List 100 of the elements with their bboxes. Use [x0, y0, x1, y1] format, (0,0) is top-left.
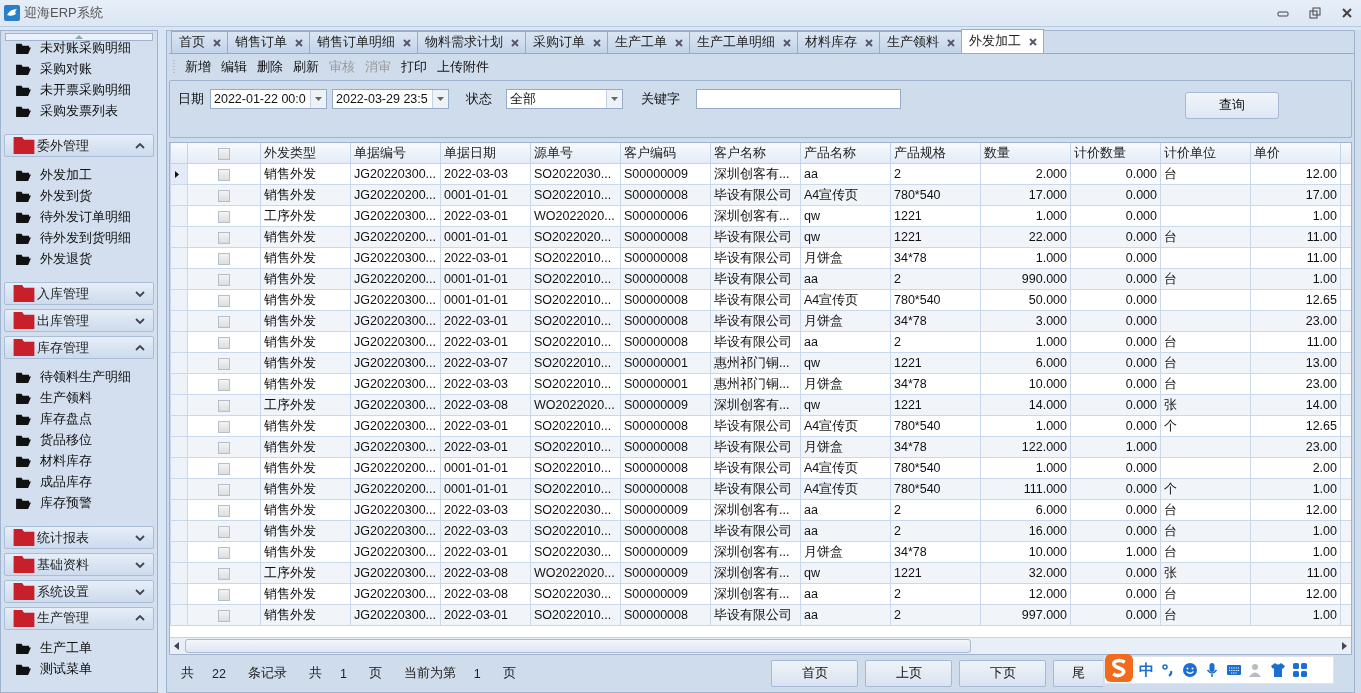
shirt-icon[interactable]: [1270, 662, 1286, 678]
tab[interactable]: 销售订单: [227, 31, 310, 53]
tab[interactable]: 外发加工: [961, 29, 1044, 53]
close-icon[interactable]: [213, 38, 221, 47]
column-header[interactable]: 数量: [980, 143, 1071, 164]
sidebar-item[interactable]: 未对账采购明细: [15, 38, 155, 60]
menu-group-header[interactable]: 库存管理: [4, 336, 154, 360]
checkbox[interactable]: [218, 378, 230, 391]
scroll-up-button[interactable]: [5, 33, 153, 42]
column-header[interactable]: 源单号: [530, 143, 621, 164]
user-icon[interactable]: [1248, 662, 1264, 678]
pager-button[interactable]: 上页: [865, 660, 952, 687]
menu-group-header[interactable]: 基础资料: [4, 553, 154, 577]
checkbox[interactable]: [218, 294, 230, 307]
menu-group-header[interactable]: 委外管理: [4, 134, 154, 158]
checkbox[interactable]: [218, 210, 230, 223]
toolbar-button[interactable]: 打印: [397, 56, 431, 78]
sidebar-item[interactable]: 库存预警: [15, 493, 155, 515]
close-icon[interactable]: [1341, 7, 1353, 19]
pager-button[interactable]: 首页: [771, 660, 858, 687]
checkbox[interactable]: [218, 567, 230, 580]
checkbox[interactable]: [218, 546, 230, 559]
column-header[interactable]: 外发类型: [260, 143, 351, 164]
column-header[interactable]: 客户编码: [620, 143, 711, 164]
column-header[interactable]: 单据编号: [350, 143, 441, 164]
row-header[interactable]: [170, 163, 188, 185]
checkbox[interactable]: [218, 336, 230, 349]
checkbox[interactable]: [218, 504, 230, 517]
column-header[interactable]: 单据日期: [440, 143, 531, 164]
sidebar-item[interactable]: 材料库存: [15, 451, 155, 473]
checkbox[interactable]: [218, 420, 230, 433]
close-icon[interactable]: [593, 38, 601, 47]
checkbox[interactable]: [218, 231, 230, 244]
checkbox[interactable]: [218, 441, 230, 454]
tab[interactable]: 物料需求计划: [417, 31, 526, 53]
checkbox[interactable]: [218, 588, 230, 601]
column-header[interactable]: 计价数量: [1070, 143, 1161, 164]
sidebar-item[interactable]: 未开票采购明细: [15, 80, 155, 102]
close-icon[interactable]: [947, 38, 955, 47]
tab[interactable]: 生产工单: [607, 31, 690, 53]
sidebar-item[interactable]: 库存盘点: [15, 409, 155, 431]
column-header[interactable]: 单价: [1250, 143, 1341, 164]
close-icon[interactable]: [511, 38, 519, 47]
date-to-field[interactable]: 2022-03-29 23:5: [332, 89, 449, 109]
sidebar-item[interactable]: 采购发票列表: [15, 101, 155, 123]
grid-icon[interactable]: [1292, 662, 1308, 678]
sidebar-item[interactable]: 外发加工: [15, 165, 155, 187]
column-header[interactable]: 产品规格: [890, 143, 981, 164]
menu-group-header[interactable]: 出库管理: [4, 309, 154, 333]
column-header[interactable]: 客户名称: [710, 143, 801, 164]
sidebar-item[interactable]: 待领料生产明细: [15, 367, 155, 389]
ime-logo-icon[interactable]: [1105, 654, 1133, 682]
toolbar-button[interactable]: 编辑: [217, 56, 251, 78]
menu-group-header[interactable]: 统计报表: [4, 526, 154, 550]
close-icon[interactable]: [783, 38, 791, 47]
smiley-icon[interactable]: [1182, 662, 1198, 678]
date-from-field[interactable]: 2022-01-22 00:0: [210, 89, 327, 109]
sidebar-item[interactable]: 生产领料: [15, 388, 155, 410]
tab[interactable]: 采购订单: [525, 31, 608, 53]
checkbox[interactable]: [218, 252, 230, 265]
close-icon[interactable]: [403, 38, 411, 47]
menu-group-header[interactable]: 生产管理: [4, 607, 154, 630]
close-icon[interactable]: [865, 38, 873, 47]
keyword-field[interactable]: [696, 89, 901, 109]
checkbox[interactable]: [218, 357, 230, 370]
checkbox[interactable]: [218, 273, 230, 286]
checkbox[interactable]: [218, 315, 230, 328]
checkbox[interactable]: [218, 168, 230, 181]
sidebar-item[interactable]: 待外发订单明细: [15, 207, 155, 229]
checkbox[interactable]: [218, 609, 230, 622]
pager-button[interactable]: 尾: [1053, 660, 1103, 687]
keyboard-icon[interactable]: [1226, 662, 1242, 678]
checkbox[interactable]: [218, 147, 230, 160]
microphone-icon[interactable]: [1204, 662, 1220, 678]
toolbar-button[interactable]: 新增: [181, 56, 215, 78]
tab[interactable]: 材料库存: [797, 31, 880, 53]
checkbox[interactable]: [218, 483, 230, 496]
tab[interactable]: 生产领料: [879, 31, 962, 53]
toolbar-button[interactable]: 刷新: [289, 56, 323, 78]
sidebar-item[interactable]: 成品库存: [15, 472, 155, 494]
checkbox[interactable]: [218, 399, 230, 412]
toolbar-button[interactable]: 上传附件: [433, 56, 493, 78]
pager-button[interactable]: 下页: [959, 660, 1046, 687]
sidebar-item[interactable]: 待外发到货明细: [15, 228, 155, 250]
restore-icon[interactable]: [1309, 7, 1321, 19]
toolbar-button[interactable]: 删除: [253, 56, 287, 78]
tab[interactable]: 生产工单明细: [689, 31, 798, 53]
query-button[interactable]: 查询: [1185, 92, 1279, 119]
column-header[interactable]: 计价单位: [1160, 143, 1251, 164]
close-icon[interactable]: [675, 38, 683, 47]
ime-mode-toggle[interactable]: 中: [1139, 660, 1154, 680]
close-icon[interactable]: [1029, 37, 1037, 46]
tab[interactable]: 首页: [171, 31, 228, 53]
menu-group-header[interactable]: 系统设置: [4, 580, 154, 603]
sidebar-item[interactable]: 外发到货: [15, 186, 155, 208]
sidebar-item[interactable]: 生产工单: [15, 637, 155, 659]
horizontal-scrollbar[interactable]: [170, 637, 1351, 654]
close-icon[interactable]: [295, 38, 303, 47]
menu-group-header[interactable]: 入库管理: [4, 282, 154, 306]
checkbox[interactable]: [218, 189, 230, 202]
